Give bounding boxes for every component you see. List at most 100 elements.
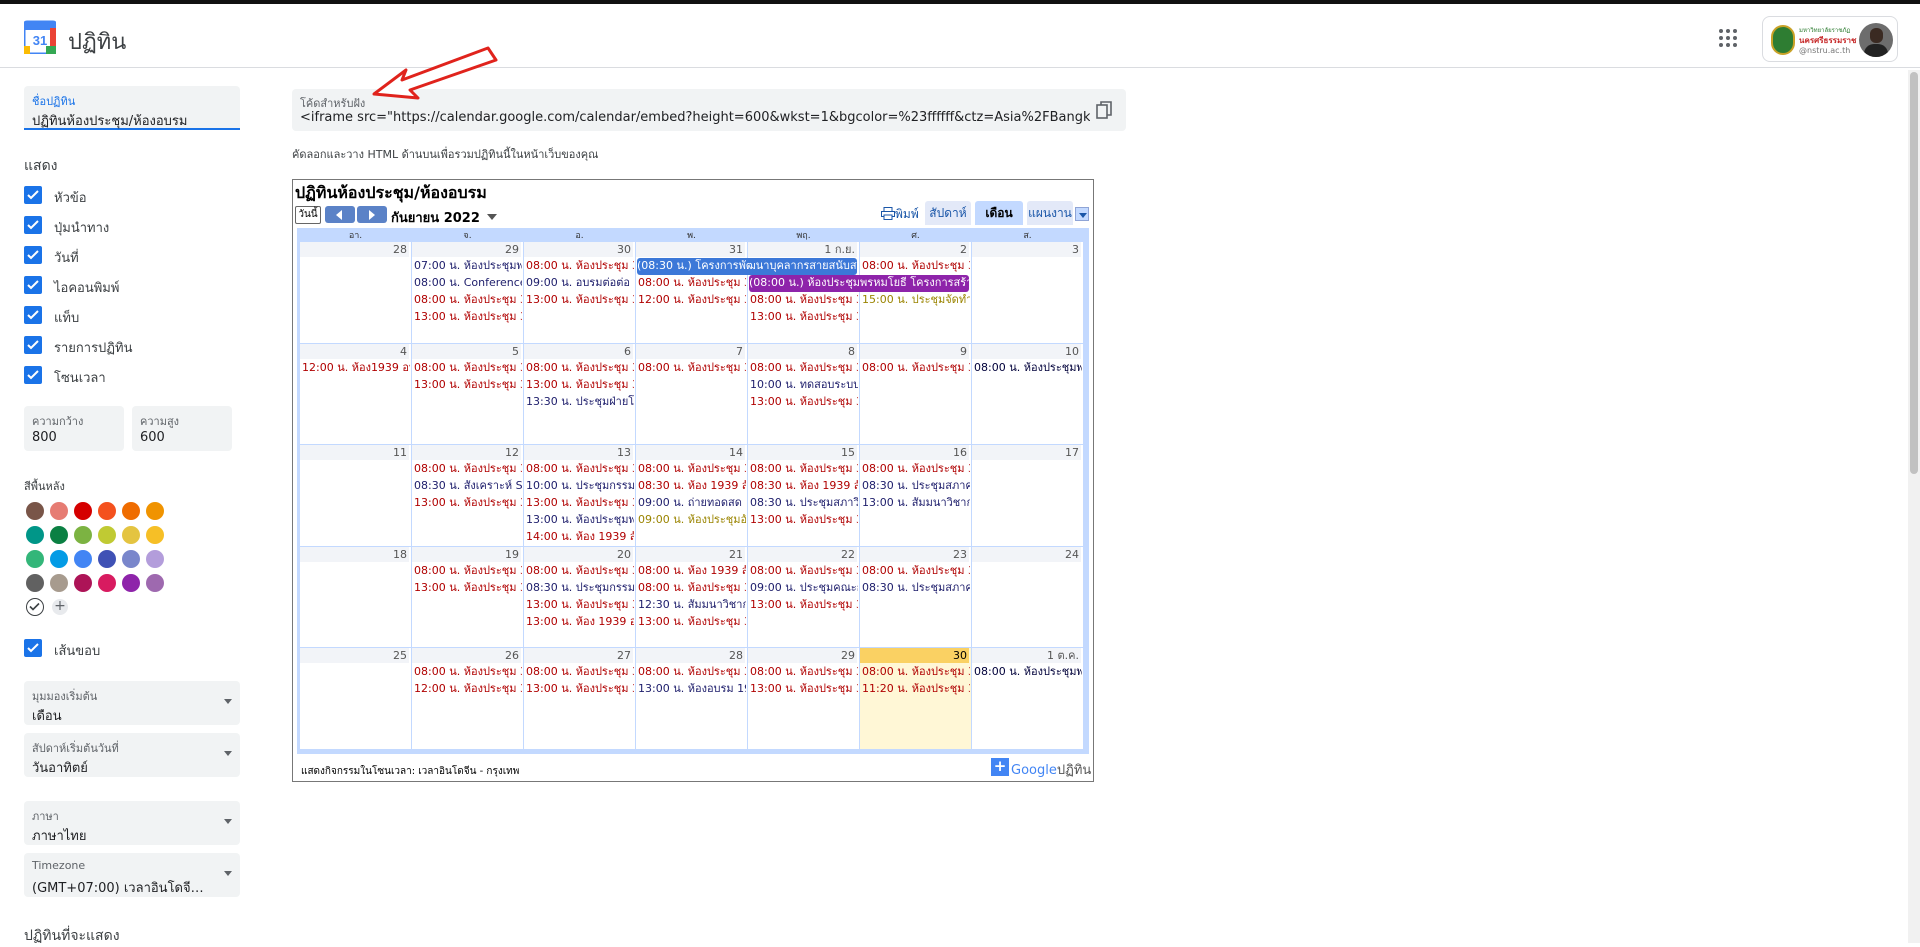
day-cell[interactable]: 27 08:00 น. ห้องประชุม 38 13:00 น. ห้องประ… <box>524 648 635 749</box>
day-cell[interactable]: 30 08:00 น. ห้องประชุม 38 11:20 น. ห้องประ… <box>860 648 971 749</box>
width-field[interactable]: ความกว้าง 800 <box>24 406 124 451</box>
show-option-checkbox[interactable] <box>24 306 42 324</box>
calendar-event[interactable]: 13:00 น. ห้องประชุม 38 <box>750 597 858 613</box>
view-tab[interactable]: เดือน <box>975 201 1023 225</box>
calendar-event[interactable]: 08:30 น. ประชุมกรรมการ <box>526 580 634 596</box>
color-swatch[interactable] <box>146 574 164 592</box>
calendar-event[interactable]: 08:30 น. ห้อง 1939 สั <box>750 478 858 494</box>
calendar-event[interactable]: 09:00 น. อบรมต่อต่อ <box>526 275 634 291</box>
day-cell[interactable]: 31 (08:30 น.) โครงการพัฒนาบุคลากรสายสนับส… <box>636 242 857 343</box>
calendar-event[interactable]: 08:00 น. ห้องประชุมพรหมคีรี <box>974 360 1082 376</box>
calendar-event[interactable]: 13:00 น. ห้อง 1939 อบ <box>526 614 634 630</box>
calendar-event[interactable]: 13:00 น. ห้องอบรม 1939 <box>638 681 746 697</box>
calendar-event[interactable]: 08:00 น. ห้องประชุม 38 <box>638 275 746 291</box>
color-swatch[interactable] <box>74 502 92 520</box>
border-checkbox[interactable] <box>24 639 42 657</box>
calendar-event[interactable]: 08:00 น. ห้องประชุม 38 <box>526 258 634 274</box>
calendar-event[interactable]: 12:00 น. ห้องประชุม 38 <box>414 681 522 697</box>
day-cell[interactable]: 8 08:00 น. ห้องประชุม 38 10:00 น. ทดสอบระบ… <box>748 343 859 444</box>
day-cell[interactable]: 28 08:00 น. ห้องประชุม 38 13:00 น. ห้องอบร… <box>636 648 747 749</box>
calendar-event[interactable]: 14:00 น. ห้อง 1939 สั <box>526 529 634 545</box>
color-swatch[interactable] <box>122 502 140 520</box>
color-swatch[interactable] <box>146 502 164 520</box>
calendar-event[interactable]: 13:30 น. ประชุมฝ่ายโสต <box>526 394 634 410</box>
color-swatch[interactable] <box>122 550 140 568</box>
calendar-event[interactable]: 08:00 น. ห้องประชุม 38 <box>526 360 634 376</box>
color-swatch[interactable] <box>50 502 68 520</box>
show-option-checkbox[interactable] <box>24 246 42 264</box>
day-cell[interactable]: 7 08:00 น. ห้องประชุม 38 <box>636 343 747 444</box>
calendar-event[interactable]: 08:00 น. ห้องประชุม 38 <box>414 292 522 308</box>
calendar-name-field[interactable]: ชื่อปฏิทิน ปฏิทินห้องประชุม/ห้องอบรม <box>24 86 240 130</box>
day-cell[interactable]: 18 <box>300 546 411 647</box>
calendar-event[interactable]: 08:00 น. ห้องประชุมพรหมคีรี <box>974 664 1082 680</box>
color-swatch[interactable] <box>26 550 44 568</box>
calendar-event[interactable]: 13:00 น. ห้องประชุม 38 <box>638 614 746 630</box>
calendar-event[interactable]: 08:00 น. ห้องประชุม 38 <box>750 563 858 579</box>
calendar-event[interactable]: 13:00 น. ห้องประชุม 38 <box>526 377 634 393</box>
calendar-event[interactable]: (08:00 น.) ห้องประชุมพรหมโยธี โครงการสร้… <box>749 275 969 292</box>
calendar-event[interactable]: 08:30 น. ห้อง 1939 สั <box>638 478 746 494</box>
calendar-event[interactable]: 07:00 น. ห้องประชุมพรหมคีรี <box>414 258 522 274</box>
calendar-event[interactable]: 08:00 น. ห้องประชุม 38 <box>750 461 858 477</box>
day-cell[interactable]: 30 08:00 น. ห้องประชุม 38 09:00 น. อบรมต่อ… <box>524 242 635 343</box>
day-cell[interactable]: 19 08:00 น. ห้องประชุม 38 13:00 น. ห้องประ… <box>412 546 523 647</box>
day-cell[interactable]: 21 08:00 น. ห้อง 1939 สั 08:00 น. ห้องประช… <box>636 546 747 647</box>
calendar-event[interactable]: 08:00 น. ห้องประชุม 38 <box>526 664 634 680</box>
color-swatch[interactable] <box>98 550 116 568</box>
show-option-checkbox[interactable] <box>24 366 42 384</box>
calendar-event[interactable]: 11:20 น. ห้องประชุม 38 <box>862 681 970 697</box>
calendar-list-dropdown[interactable] <box>1075 207 1089 221</box>
color-swatch[interactable] <box>50 526 68 544</box>
calendar-event[interactable]: 13:00 น. ห้องประชุม 38 <box>414 495 522 511</box>
calendar-name-value[interactable]: ปฏิทินห้องประชุม/ห้องอบรม <box>32 110 188 131</box>
copy-icon[interactable] <box>1096 101 1112 119</box>
calendar-event[interactable]: 08:00 น. ห้องประชุม 38 <box>862 664 970 680</box>
show-option-checkbox[interactable] <box>24 276 42 294</box>
day-cell[interactable]: 9 08:00 น. ห้องประชุม 38 <box>860 343 971 444</box>
day-cell[interactable]: 3 <box>972 242 1083 343</box>
color-swatch[interactable] <box>122 526 140 544</box>
calendar-event[interactable]: 08:00 น. Conference <box>414 275 522 291</box>
day-cell[interactable]: 5 08:00 น. ห้องประชุม 38 13:00 น. ห้องประช… <box>412 343 523 444</box>
week-start-select[interactable]: สัปดาห์เริ่มต้นวันที่ วันอาทิตย์ <box>24 733 240 777</box>
calendar-event[interactable]: 08:30 น. ประชุมสภาคณะ <box>862 580 970 596</box>
calendar-event[interactable]: 09:00 น. ประชุมคณะกรรม <box>750 580 858 596</box>
show-option-checkbox[interactable] <box>24 186 42 204</box>
calendar-event[interactable]: 08:00 น. ห้องประชุม 38 <box>638 664 746 680</box>
default-view-select[interactable]: มุมมองเริ่มต้น เดือน <box>24 681 240 725</box>
day-cell[interactable]: 24 <box>972 546 1083 647</box>
calendar-event[interactable]: 08:30 น. ประชุมสภาวิชา <box>750 495 858 511</box>
calendar-event[interactable]: 13:00 น. ห้องประชุมพรหม <box>526 512 634 528</box>
day-cell[interactable]: 22 08:00 น. ห้องประชุม 38 09:00 น. ประชุมค… <box>748 546 859 647</box>
day-cell[interactable]: 29 08:00 น. ห้องประชุม 38 13:00 น. ห้องประ… <box>748 648 859 749</box>
calendar-event[interactable]: 12:00 น. ห้อง1939 อบรม <box>302 360 410 376</box>
view-tab[interactable]: สัปดาห์ <box>925 201 971 225</box>
add-color-icon[interactable]: + <box>52 599 68 615</box>
calendar-event[interactable]: 10:00 น. ประชุมกรรมการ <box>526 478 634 494</box>
day-cell[interactable]: 25 <box>300 648 411 749</box>
calendar-event[interactable]: 13:00 น. ห้องประชุม 38 <box>750 512 858 528</box>
avatar[interactable] <box>1859 23 1893 57</box>
day-cell[interactable]: 28 <box>300 242 411 343</box>
color-swatch[interactable] <box>98 502 116 520</box>
today-button[interactable]: วันนี้ <box>295 206 321 224</box>
color-swatch[interactable] <box>26 502 44 520</box>
day-cell[interactable]: 1 ต.ค.08:00 น. ห้องประชุมพรหมคีรี <box>972 648 1083 749</box>
show-option-checkbox[interactable] <box>24 336 42 354</box>
white-swatch-selected[interactable] <box>26 598 44 616</box>
calendar-event[interactable]: 08:00 น. ห้องประชุม 38 <box>750 360 858 376</box>
calendar-event[interactable]: 12:30 น. สัมมนาวิชาการ <box>638 597 746 613</box>
calendar-event[interactable]: 08:00 น. ห้องประชุม 38 <box>526 563 634 579</box>
calendar-event[interactable]: 08:00 น. ห้องประชุม 38 <box>414 664 522 680</box>
calendar-event[interactable]: 13:00 น. ห้องประชุม 38 <box>526 495 634 511</box>
calendar-event[interactable]: 08:00 น. ห้องประชุม 38 <box>862 360 970 376</box>
scrollbar-thumb[interactable] <box>1910 72 1918 474</box>
day-cell[interactable]: 14 08:00 น. ห้องประชุม 38 08:30 น. ห้อง 19… <box>636 445 747 546</box>
account-switcher[interactable]: มหาวิทยาลัยราชภัฏ นครศรีธรรมราช @nstru.a… <box>1762 16 1898 62</box>
calendar-event[interactable]: 08:00 น. ห้องประชุม 38 <box>526 461 634 477</box>
calendar-event[interactable]: 09:00 น. ถ่ายทอดสด <box>638 495 746 511</box>
calendar-logo-icon[interactable]: 31 <box>22 20 58 56</box>
day-cell[interactable]: 13 08:00 น. ห้องประชุม 38 10:00 น. ประชุมก… <box>524 445 635 546</box>
day-cell[interactable]: 1008:00 น. ห้องประชุมพรหมคีรี <box>972 343 1083 444</box>
